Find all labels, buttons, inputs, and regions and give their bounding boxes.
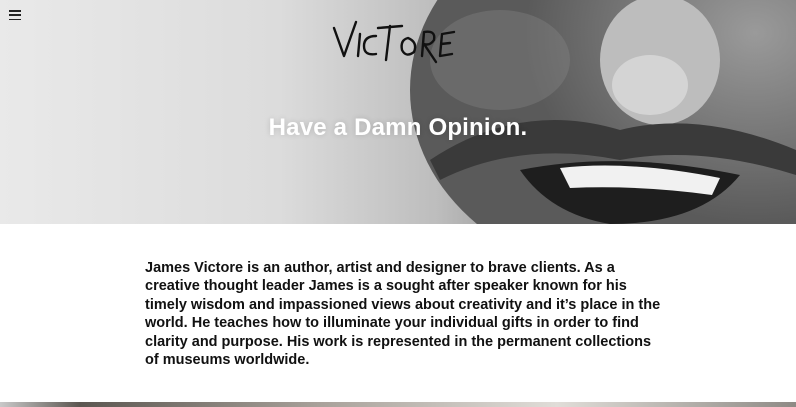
- hero-headline: Have a Damn Opinion.: [268, 114, 528, 141]
- next-section-image-edge: [0, 402, 796, 407]
- bio-paragraph: James Victore is an author, artist and d…: [145, 260, 661, 369]
- hamburger-menu-icon[interactable]: [9, 10, 21, 20]
- hero-banner: Have a Damn Opinion.: [0, 0, 796, 224]
- victore-logo[interactable]: [330, 14, 458, 70]
